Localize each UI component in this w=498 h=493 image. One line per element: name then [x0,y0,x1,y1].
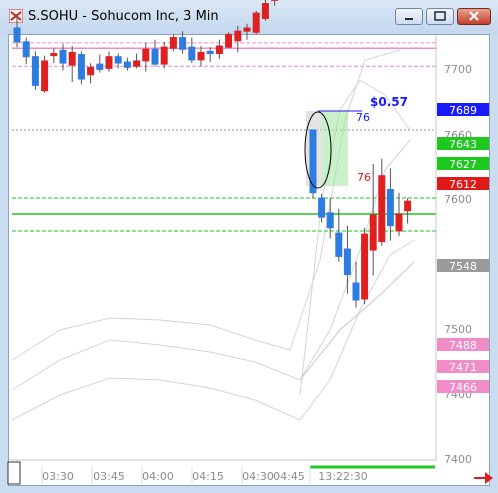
candle-body [179,37,187,50]
price-tag: 7627 [449,158,477,171]
candle-body [335,232,343,257]
candle-body [215,45,223,54]
candle-body [160,46,168,65]
candle-body [326,212,334,229]
moving-average-line [299,261,415,381]
price-tag: 7471 [449,361,477,374]
price-tag: 7643 [449,138,477,151]
candle-body [261,3,269,19]
scroll-right-arrow-icon[interactable] [474,472,493,484]
price-tag: 7689 [449,104,477,117]
x-tick-label: 03:45 [93,470,125,483]
candle-body [68,51,76,66]
candle-body [234,30,242,42]
y-tick-label: 7700 [444,63,472,76]
candle-body [169,37,177,49]
candle-body [87,66,95,76]
candle-body [318,197,326,218]
candle-body [59,49,67,64]
candle-body [13,27,21,43]
x-tick-label: 04:45 [273,470,305,483]
candle-body [369,214,377,251]
x-tick-label: 03:30 [42,470,74,483]
candle-body [188,46,196,61]
candle-body [151,48,159,65]
price-tag: 7612 [449,178,477,191]
x-tick-label: 04:15 [192,470,224,483]
x-tick-label: 04:00 [142,470,174,483]
scroll-handle[interactable] [7,461,21,485]
candle-body [133,60,141,67]
candle-body [386,189,394,227]
candle-body [41,60,49,92]
candle-body [50,53,58,57]
candle-body [22,41,30,58]
highlight-zone [322,111,348,186]
candle-body [361,233,369,300]
candle-body [378,175,386,243]
indicator-band-line [11,49,401,361]
candle-body [77,54,85,80]
price-tag: 7466 [449,381,477,394]
y-tick-label: 7600 [444,193,472,206]
candle-body [96,63,104,70]
candle-body [197,51,205,61]
candle-body [142,48,150,62]
candle-body [343,248,351,275]
y-tick-label: 7400 [444,453,472,466]
candle-body [105,56,113,69]
y-tick-label: 7500 [444,323,472,336]
candle-body [114,56,122,64]
candle-body [252,12,260,33]
price-tag: 7548 [449,260,477,273]
x-tick-label: 13:22:30 [318,470,367,483]
annotation-label: 76 [357,171,371,184]
x-tick-label: 04:30 [242,470,274,483]
candle-body [309,129,317,194]
candle-body [123,61,131,68]
price-chart[interactable]: 7700 7660 7600 7500 7400 7400 7689 7643 … [0,0,498,493]
price-tag: 7488 [449,339,477,352]
candle-body [395,213,403,232]
candle-body [404,200,412,212]
candle-body [225,33,233,48]
annotation-label: 76 [356,111,370,124]
candle-body [31,56,39,86]
price-change-label: $0.57 [370,95,408,109]
candle-body [243,27,251,32]
candle-body [206,50,214,54]
candle-body [352,282,360,301]
